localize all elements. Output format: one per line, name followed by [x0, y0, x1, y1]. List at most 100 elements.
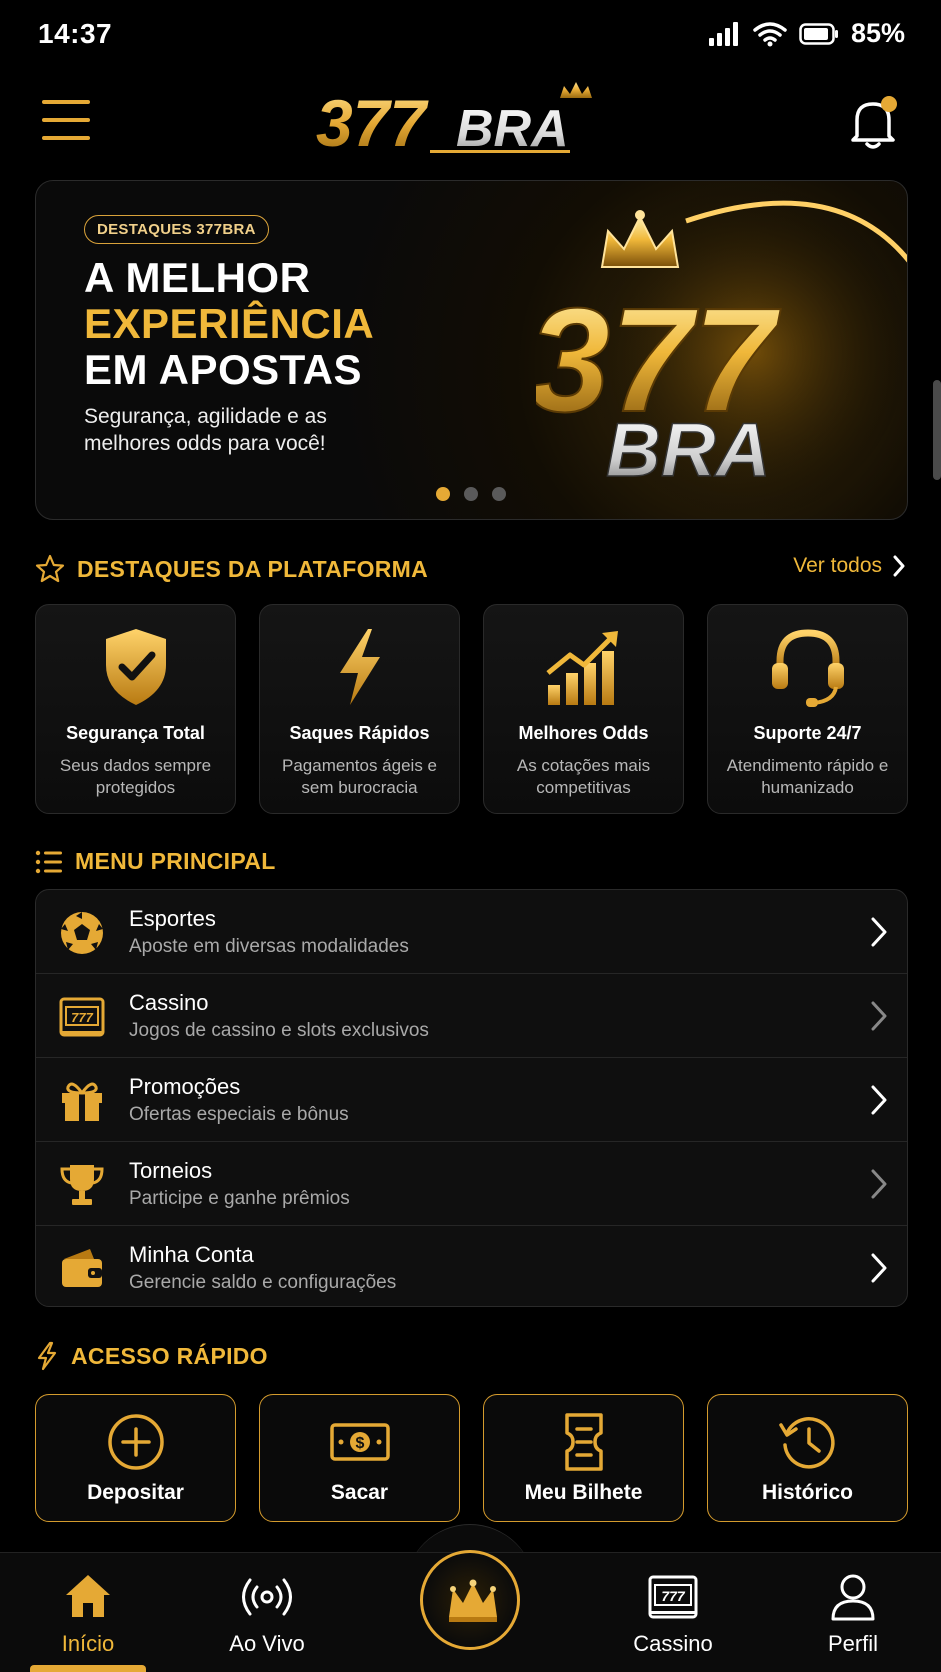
gift-icon — [62, 1082, 102, 1121]
headset-icon — [771, 629, 844, 707]
menu-item-title: Cassino — [129, 990, 209, 1015]
menu-item-sports[interactable]: Esportes Aposte em diversas modalidades — [36, 890, 907, 974]
chart-up-icon — [545, 631, 618, 705]
menu-item-subtitle: Ofertas especiais e bônus — [129, 1104, 349, 1125]
menu-item-subtitle: Participe e ganhe prêmios — [129, 1188, 350, 1209]
feature-desc: As cotações mais competitivas — [516, 756, 651, 797]
menu-item-subtitle: Gerencie saldo e configurações — [129, 1272, 397, 1293]
banner-subtitle-line-2: melhores odds para você! — [84, 432, 326, 455]
menu-item-title: Esportes — [129, 906, 216, 931]
status-icons: 85% — [708, 18, 905, 49]
star-icon — [35, 554, 65, 583]
menu-item-title: Torneios — [129, 1158, 213, 1183]
battery-icon — [799, 22, 838, 45]
logo-text: BRA — [456, 100, 569, 158]
chevron-right-icon — [871, 1253, 887, 1283]
nav-live[interactable]: Ao Vivo — [197, 1571, 337, 1657]
menu-item-subtitle: Aposte em diversas modalidades — [129, 936, 409, 957]
trophy-icon — [60, 1165, 104, 1205]
menu-item-subtitle: Jogos de cassino e slots exclusivos — [129, 1020, 429, 1041]
scrollbar[interactable] — [933, 380, 941, 480]
banner-subtitle-line-1: Segurança, agilidade e as — [84, 405, 327, 428]
nav-label: Início — [61, 1631, 115, 1656]
nav-label: Cassino — [633, 1631, 713, 1656]
logo-crown-icon — [560, 82, 592, 98]
chevron-right-icon — [871, 1001, 887, 1031]
slot-machine-icon: 777 — [59, 997, 105, 1037]
lightning-icon — [37, 1341, 57, 1371]
nav-casino[interactable]: 777 Cassino — [603, 1571, 743, 1657]
chevron-right-icon — [871, 917, 887, 947]
highlights-title: DESTAQUES DA PLATAFORMA — [77, 555, 429, 582]
menu-item-casino[interactable]: 777 Cassino Jogos de cassino e slots exc… — [36, 974, 907, 1058]
quick-label: Histórico — [761, 1481, 853, 1504]
feature-card-support[interactable]: Suporte 24/7 Atendimento rápido e humani… — [707, 604, 908, 814]
shield-check-icon — [105, 629, 166, 705]
promo-banner[interactable]: DESTAQUES 377BRA A MELHOR EXPERIÊNCIA EM… — [35, 180, 908, 520]
hamburger-menu-button[interactable] — [42, 100, 90, 144]
crown-icon — [449, 1579, 497, 1622]
banner-dot-1[interactable] — [436, 487, 450, 501]
wifi-icon — [753, 21, 787, 46]
feature-title: Segurança Total — [66, 723, 205, 743]
quick-history-button[interactable]: Histórico — [707, 1394, 908, 1522]
feature-title: Melhores Odds — [518, 723, 649, 743]
live-icon — [242, 1578, 292, 1616]
logo-number: 377 — [316, 86, 429, 160]
soccer-ball-icon — [61, 912, 103, 954]
wallet-icon — [62, 1249, 102, 1287]
chevron-right-icon — [871, 1085, 887, 1115]
cash-icon: $ — [329, 1423, 390, 1461]
nav-label: Perfil — [827, 1631, 879, 1656]
center-crown-button[interactable] — [420, 1550, 520, 1650]
see-all-link[interactable]: Ver todos — [793, 554, 906, 578]
chevron-right-icon — [871, 1169, 887, 1199]
feature-card-withdrawals[interactable]: Saques Rápidos Pagamentos ágeis e sem bu… — [259, 604, 460, 814]
banner-line-2: EXPERIÊNCIA — [84, 300, 375, 347]
quick-ticket-button[interactable]: Meu Bilhete — [483, 1394, 684, 1522]
quick-label: Sacar — [330, 1481, 389, 1504]
slot-machine-icon: 777 — [648, 1575, 698, 1619]
nav-home[interactable]: Início — [18, 1571, 158, 1657]
menu-item-tournaments[interactable]: Torneios Participe e ganhe prêmios — [36, 1142, 907, 1226]
feature-title: Saques Rápidos — [289, 723, 430, 743]
quick-withdraw-button[interactable]: $ Sacar — [259, 1394, 460, 1522]
nav-profile[interactable]: Perfil — [783, 1571, 923, 1657]
hamburger-line — [42, 100, 90, 104]
banner-line-1: A MELHOR — [84, 254, 311, 301]
history-icon — [778, 1417, 835, 1469]
banner-art-text: BRA — [606, 408, 771, 493]
battery-percent: 85% — [850, 18, 905, 48]
main-menu-title: MENU PRINCIPAL — [75, 848, 276, 874]
notification-bell-icon[interactable] — [847, 92, 899, 152]
plus-circle-icon — [107, 1414, 164, 1470]
quick-access-heading: ACESSO RÁPIDO — [35, 1341, 268, 1371]
nav-active-indicator — [30, 1665, 146, 1672]
menu-item-promotions[interactable]: Promoções Ofertas especiais e bônus — [36, 1058, 907, 1142]
brand-logo: 377 BRA — [316, 82, 592, 160]
status-time: 14:37 — [38, 18, 113, 49]
banner-subtitle: Segurança, agilidade e as melhores odds … — [84, 403, 327, 457]
quick-deposit-button[interactable]: Depositar — [35, 1394, 236, 1522]
ticket-icon — [564, 1413, 603, 1471]
feature-title: Suporte 24/7 — [753, 723, 862, 743]
svg-text:$: $ — [355, 1435, 364, 1452]
feature-desc: Seus dados sempre protegidos — [59, 756, 212, 797]
notification-dot — [881, 96, 897, 112]
user-icon — [831, 1574, 875, 1621]
banner-dot-3[interactable] — [492, 487, 506, 501]
feature-desc: Atendimento rápido e humanizado — [726, 756, 889, 797]
banner-headline: A MELHOR EXPERIÊNCIA EM APOSTAS — [84, 255, 374, 393]
nav-label: Ao Vivo — [229, 1631, 305, 1656]
menu-item-account[interactable]: Minha Conta Gerencie saldo e configuraçõ… — [36, 1226, 907, 1306]
main-menu-list: Esportes Aposte em diversas modalidades … — [35, 889, 908, 1307]
lightning-icon — [339, 629, 380, 705]
list-icon — [35, 850, 62, 873]
signal-icon — [708, 21, 738, 46]
see-all-label: Ver todos — [793, 554, 882, 577]
feature-card-security[interactable]: Segurança Total Seus dados sempre proteg… — [35, 604, 236, 814]
feature-card-odds[interactable]: Melhores Odds As cotações mais competiti… — [483, 604, 684, 814]
feature-desc: Pagamentos ágeis e sem burocracia — [282, 756, 437, 797]
banner-dot-2[interactable] — [464, 487, 478, 501]
quick-label: Meu Bilhete — [524, 1481, 643, 1504]
